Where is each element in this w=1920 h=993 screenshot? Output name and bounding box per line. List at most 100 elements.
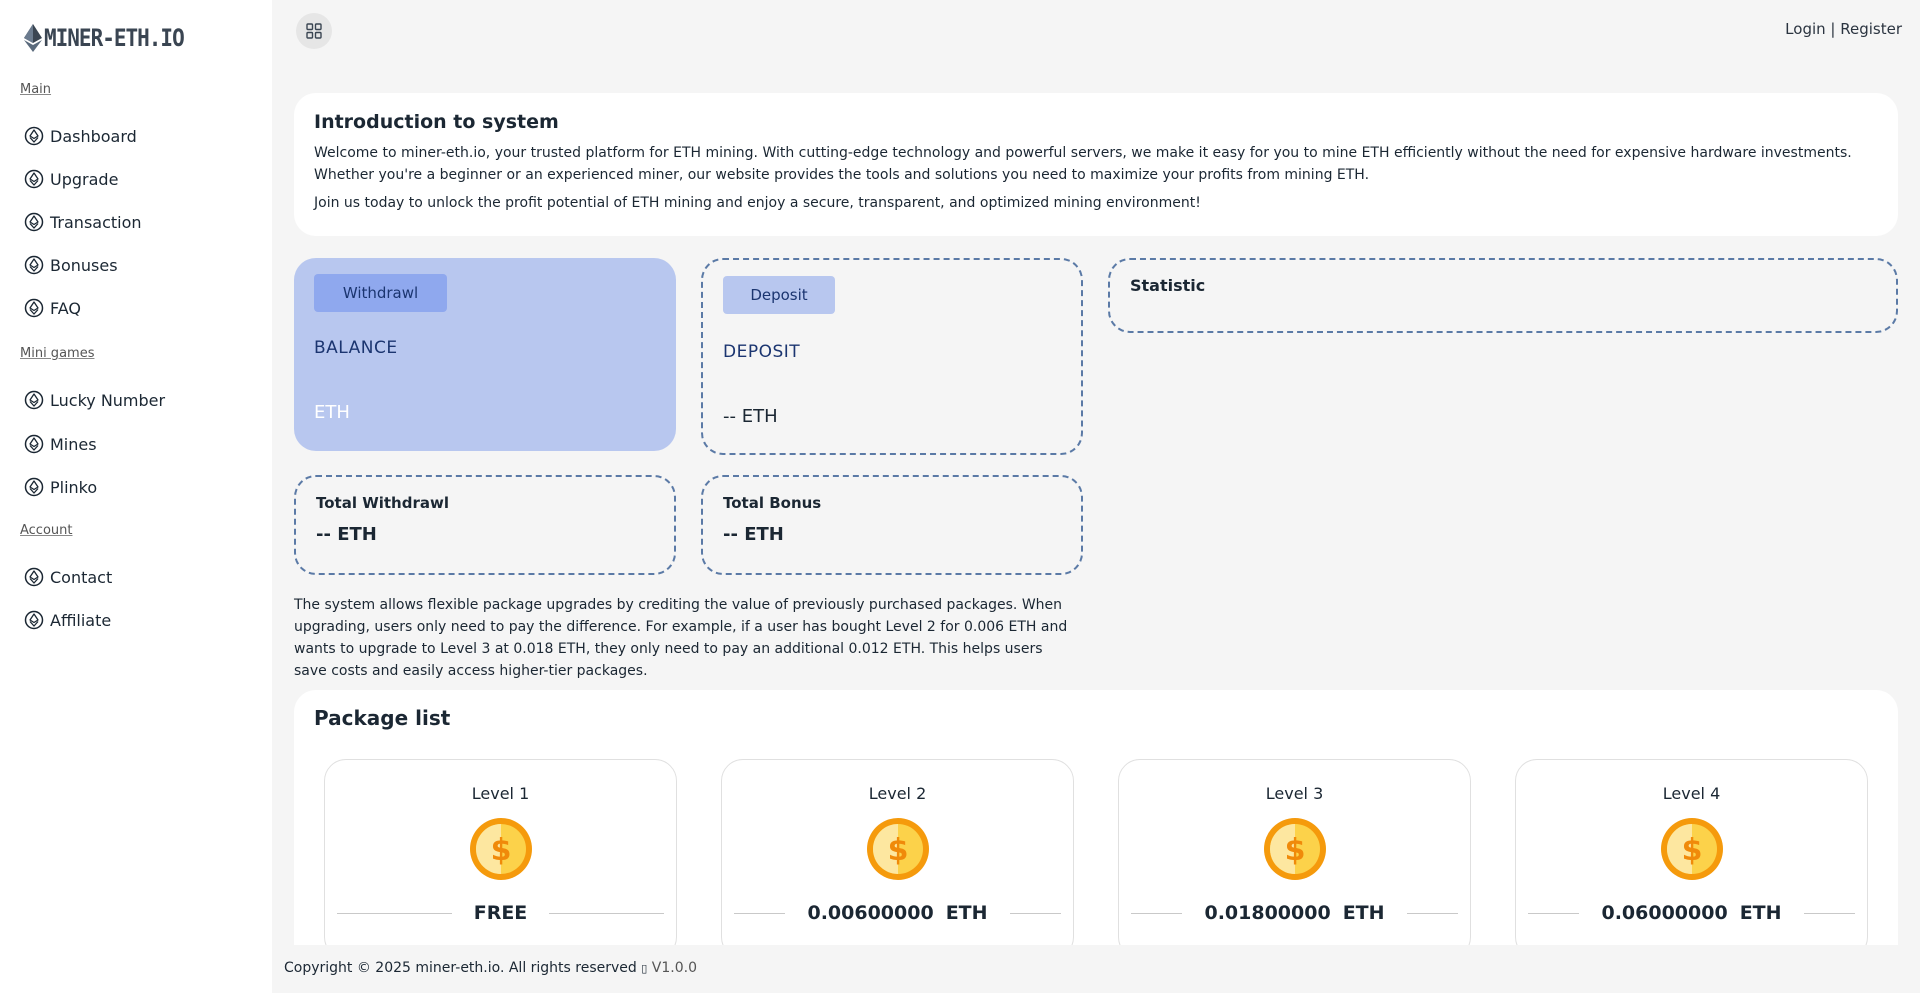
gold-coin-icon: $ — [866, 818, 929, 880]
ethereum-circle-icon — [24, 169, 44, 189]
divider — [1406, 912, 1459, 914]
balance-value: ETH — [314, 402, 350, 423]
package-price: FREE — [452, 902, 550, 924]
sidebar-item-label: Contact — [50, 567, 113, 587]
total-bonus-value: -- ETH — [723, 524, 784, 545]
statistic-title: Statistic — [1130, 276, 1206, 295]
ethereum-circle-icon — [24, 212, 44, 232]
package-price-value: 0.01800000 — [1204, 902, 1331, 924]
login-link[interactable]: Login — [1785, 20, 1825, 38]
menu-toggle-button[interactable] — [296, 13, 332, 49]
package-price-unit: ETH — [1342, 902, 1385, 924]
ethereum-circle-icon — [24, 255, 44, 275]
sidebar-item-lucky-number[interactable]: Lucky Number — [24, 390, 165, 410]
balance-card: Withdrawl BALANCE ETH — [294, 258, 676, 451]
package-price: 0.00600000 ETH — [785, 902, 1009, 924]
package-level: Level 2 — [868, 784, 927, 803]
register-link[interactable]: Register — [1840, 20, 1902, 38]
total-withdrawl-card: Total Withdrawl -- ETH — [294, 475, 676, 575]
ethereum-circle-icon — [24, 434, 44, 454]
withdrawl-button[interactable]: Withdrawl — [314, 274, 447, 312]
statistic-card: Statistic — [1108, 258, 1898, 333]
sidebar-item-label: Plinko — [50, 477, 98, 497]
gold-coin-icon: $ — [1263, 818, 1326, 880]
footer-text: Copyright © 2025 miner-eth.io. All right… — [284, 960, 697, 976]
sidebar-item-contact[interactable]: Contact — [24, 567, 112, 587]
sidebar-item-affiliate[interactable]: Affiliate — [24, 610, 111, 630]
balance-title: BALANCE — [314, 338, 398, 358]
brand-name: MINER-ETH.IO — [44, 24, 185, 52]
ethereum-circle-icon — [24, 390, 44, 410]
ethereum-circle-icon — [24, 567, 44, 587]
sidebar-item-mines[interactable]: Mines — [24, 434, 97, 454]
package-list: Package list Level 1 $ FREE Level 2 $ 0.… — [294, 690, 1898, 959]
gold-coin-icon: $ — [1660, 818, 1723, 880]
auth-separator: | — [1825, 20, 1841, 38]
divider — [1528, 912, 1580, 914]
divider — [549, 912, 665, 914]
sidebar-item-label: Lucky Number — [50, 390, 166, 410]
package-price-value: 0.00600000 — [807, 902, 934, 924]
version-label: V1.0.0 — [651, 960, 697, 976]
sidebar-item-dashboard[interactable]: Dashboard — [24, 126, 137, 146]
package-price-unit: ETH — [1739, 902, 1782, 924]
sidebar-item-label: Upgrade — [50, 169, 119, 189]
total-withdrawl-value: -- ETH — [316, 524, 377, 545]
section-label-main: Main — [20, 82, 52, 97]
deposit-card: Deposit DEPOSIT -- ETH — [701, 258, 1083, 455]
sidebar-item-label: Dashboard — [50, 126, 137, 146]
total-bonus-title: Total Bonus — [723, 494, 822, 512]
sidebar-item-bonuses[interactable]: Bonuses — [24, 255, 118, 275]
ethereum-logo-icon — [24, 24, 42, 52]
intro-title: Introduction to system — [314, 111, 559, 133]
package-price-value: 0.06000000 — [1601, 902, 1728, 924]
package-level: Level 4 — [1662, 784, 1721, 803]
sidebar-item-plinko[interactable]: Plinko — [24, 477, 97, 497]
sidebar-item-transaction[interactable]: Transaction — [24, 212, 142, 232]
package-list-title: Package list — [314, 706, 451, 730]
package-price: 0.06000000 ETH — [1579, 902, 1803, 924]
copyright-text: Copyright © 2025 miner-eth.io. All right… — [284, 960, 637, 976]
intro-paragraph: Welcome to miner-eth.io, your trusted pl… — [314, 145, 1852, 183]
divider — [1803, 912, 1856, 914]
sidebar-item-label: Mines — [50, 434, 97, 454]
total-withdrawl-title: Total Withdrawl — [316, 494, 449, 512]
package-price-value: FREE — [473, 902, 528, 924]
sidebar-item-label: Transaction — [50, 212, 142, 232]
section-label-mini-games: Mini games — [20, 346, 95, 361]
intro-card: Introduction to system Welcome to miner-… — [294, 93, 1898, 236]
sidebar-item-label: Bonuses — [50, 255, 118, 275]
sidebar-item-label: FAQ — [50, 298, 81, 318]
svg-text:$: $ — [1284, 833, 1305, 868]
svg-text:$: $ — [887, 833, 908, 868]
package-card-level-1[interactable]: Level 1 $ FREE — [324, 759, 677, 959]
section-label-account: Account — [20, 523, 73, 538]
package-card-level-4[interactable]: Level 4 $ 0.06000000 ETH — [1515, 759, 1868, 959]
sidebar: MINER-ETH.IO Main Dashboard Upgrade Tran… — [0, 0, 272, 993]
upgrade-description: The system allows flexible package upgra… — [294, 597, 1068, 679]
auth-links: Login | Register — [1785, 20, 1902, 38]
deposit-button[interactable]: Deposit — [723, 276, 835, 314]
brand-logo[interactable]: MINER-ETH.IO — [24, 24, 185, 52]
sidebar-item-faq[interactable]: FAQ — [24, 298, 81, 318]
package-price-unit: ETH — [945, 902, 988, 924]
package-card-level-3[interactable]: Level 3 $ 0.01800000 ETH — [1118, 759, 1471, 959]
total-bonus-card: Total Bonus -- ETH — [701, 475, 1083, 575]
divider — [734, 912, 786, 914]
footer-glyph: ▯ — [641, 962, 648, 975]
ethereum-circle-icon — [24, 126, 44, 146]
sidebar-item-upgrade[interactable]: Upgrade — [24, 169, 118, 189]
package-card-level-2[interactable]: Level 2 $ 0.00600000 ETH — [721, 759, 1074, 959]
divider — [337, 912, 452, 914]
gold-coin-icon: $ — [469, 818, 532, 880]
deposit-title: DEPOSIT — [723, 342, 801, 362]
grid-icon — [306, 23, 322, 39]
ethereum-circle-icon — [24, 298, 44, 318]
deposit-value: -- ETH — [723, 406, 778, 427]
sidebar-item-label: Affiliate — [50, 610, 112, 630]
ethereum-circle-icon — [24, 477, 44, 497]
divider — [1131, 912, 1183, 914]
svg-text:$: $ — [1681, 833, 1702, 868]
intro-paragraph: Join us today to unlock the profit poten… — [314, 195, 1201, 211]
package-level: Level 1 — [471, 784, 530, 803]
